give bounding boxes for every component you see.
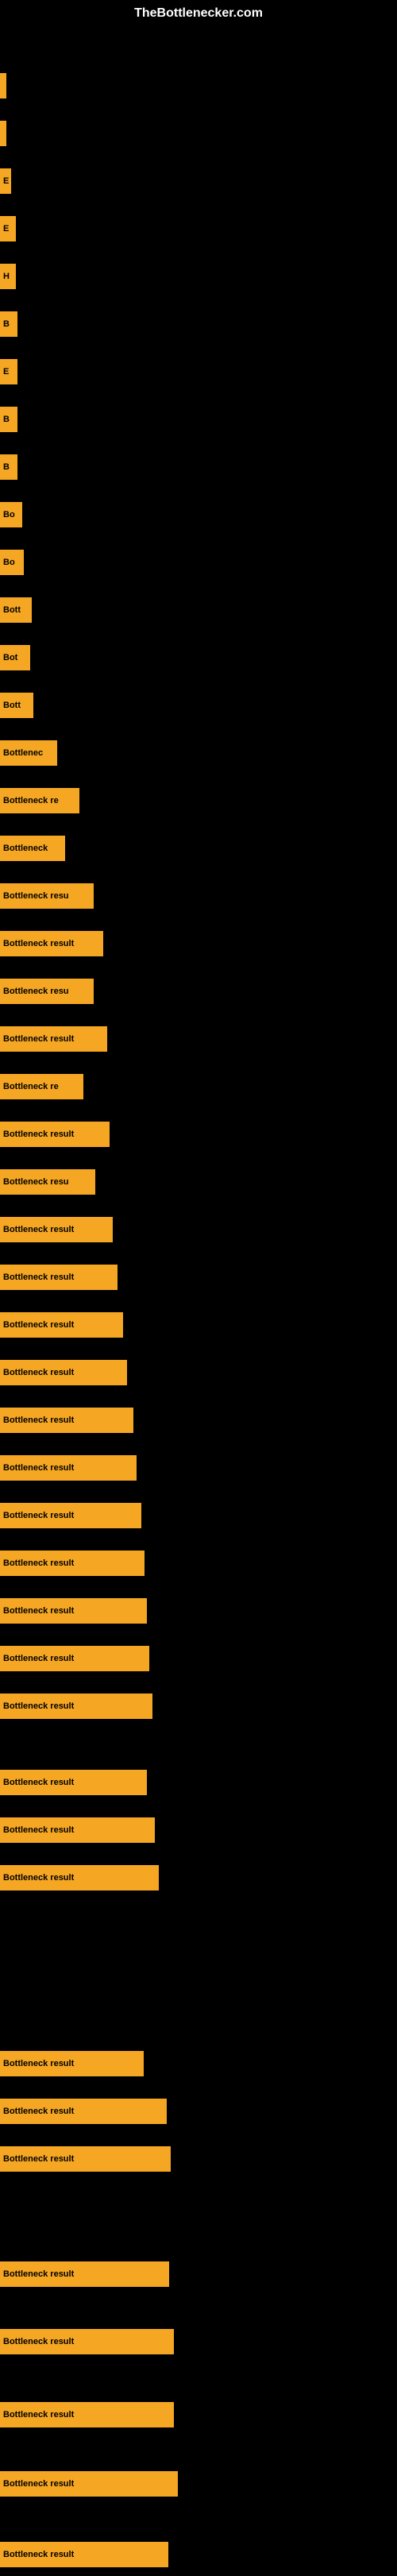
bar-row: Bottleneck result [0, 1017, 397, 1060]
bar-row: Bottleneck resu [0, 1160, 397, 1203]
bar: Bottleneck result [0, 1503, 141, 1528]
bar-row: Bottleneck result [0, 1684, 397, 1728]
bar: Bottleneck result [0, 1217, 113, 1242]
bar: Bott [0, 597, 32, 623]
bar: Bottleneck resu [0, 1169, 95, 1195]
bar: Bottleneck result [0, 1265, 118, 1290]
bar-row: Bottlenec [0, 731, 397, 774]
bar: Bottleneck result [0, 2329, 174, 2354]
bar-row: Bottleneck result [0, 2319, 397, 2363]
bar: B [0, 311, 17, 337]
bar: Bottleneck result [0, 1817, 155, 1843]
bar-row: Bottleneck result [0, 1446, 397, 1489]
bar: B [0, 454, 17, 480]
bar: Bot [0, 645, 30, 670]
bar: Bottleneck result [0, 2051, 144, 2076]
bar: Bottleneck result [0, 2471, 178, 2497]
bar-row: Bottleneck re [0, 778, 397, 822]
bar-row: E [0, 207, 397, 250]
bar-row: Bottleneck result [0, 1636, 397, 1680]
bar: Bottleneck result [0, 1770, 147, 1795]
bar-row: B [0, 445, 397, 489]
bar: Bottleneck re [0, 1074, 83, 1099]
bar-row: Bottleneck result [0, 2041, 397, 2085]
bar: Bottleneck result [0, 1551, 145, 1576]
bar: Bottleneck result [0, 2402, 174, 2427]
bar: Bottleneck result [0, 1598, 147, 1624]
bar-row: Bottleneck result [0, 1207, 397, 1251]
bar: Bottleneck result [0, 1646, 149, 1671]
bar-row: Bottleneck result [0, 2252, 397, 2296]
bar: Bottleneck result [0, 931, 103, 956]
bar: Bottleneck result [0, 1455, 137, 1481]
bar: E [0, 359, 17, 384]
bar: Bottleneck result [0, 2099, 167, 2124]
bar-row: Bottleneck result [0, 1255, 397, 1299]
bar-row: H [0, 254, 397, 298]
bar: Bottlenec [0, 740, 57, 766]
bar-row: Bottleneck result [0, 2393, 397, 2436]
bar-row: Bottleneck result [0, 2532, 397, 2576]
bar-row [0, 64, 397, 107]
bar: B [0, 407, 17, 432]
bar-row [0, 111, 397, 155]
bar: E [0, 216, 16, 241]
bar-row: Bottleneck result [0, 1760, 397, 1804]
bar-row: Bottleneck result [0, 1589, 397, 1632]
bar: E [0, 168, 11, 194]
bar-row: Bottleneck result [0, 1350, 397, 1394]
bar-row: E [0, 350, 397, 393]
bar-row: Bottleneck result [0, 2089, 397, 2133]
bar-row: B [0, 397, 397, 441]
bar-row: Bottleneck result [0, 1808, 397, 1852]
bar [0, 73, 6, 98]
bar-row: Bottleneck resu [0, 969, 397, 1013]
bar-row: Bottleneck [0, 826, 397, 870]
bar: Bottleneck result [0, 2542, 168, 2567]
bar: Bo [0, 502, 22, 527]
bar: Bottleneck result [0, 1360, 127, 1385]
bar: Bo [0, 550, 24, 575]
bar-row: Bottleneck result [0, 1112, 397, 1156]
bar-row: Bottleneck result [0, 1398, 397, 1442]
bar-row: Bott [0, 683, 397, 727]
site-title: TheBottlenecker.com [134, 6, 263, 21]
bar-row: Bottleneck result [0, 2462, 397, 2505]
bar: Bottleneck result [0, 1694, 152, 1719]
bar-row: E [0, 159, 397, 203]
bar-row: Bottleneck result [0, 1303, 397, 1346]
bar-row: Bottleneck result [0, 1856, 397, 1899]
bar: Bottleneck result [0, 1026, 107, 1052]
bar-row: Bottleneck result [0, 2137, 397, 2180]
bar-row: Bottleneck re [0, 1064, 397, 1108]
bar: Bottleneck result [0, 1408, 133, 1433]
bar [0, 121, 6, 146]
bar: Bott [0, 693, 33, 718]
bar-row: Bo [0, 540, 397, 584]
bar-row: B [0, 302, 397, 346]
bar: Bottleneck result [0, 2146, 171, 2172]
bar-row: Bottleneck result [0, 1541, 397, 1585]
bar: H [0, 264, 16, 289]
bar: Bottleneck [0, 836, 65, 861]
bar-row: Bottleneck result [0, 1493, 397, 1537]
bar-row: Bottleneck resu [0, 874, 397, 917]
bar: Bottleneck re [0, 788, 79, 813]
bar-row: Bott [0, 588, 397, 631]
bar-row: Bot [0, 635, 397, 679]
bar-row: Bo [0, 492, 397, 536]
bar: Bottleneck resu [0, 979, 94, 1004]
bar: Bottleneck result [0, 1122, 110, 1147]
bar: Bottleneck result [0, 1865, 159, 1890]
bar-row: Bottleneck result [0, 921, 397, 965]
bar: Bottleneck result [0, 2261, 169, 2287]
bar: Bottleneck resu [0, 883, 94, 909]
bar: Bottleneck result [0, 1312, 123, 1338]
